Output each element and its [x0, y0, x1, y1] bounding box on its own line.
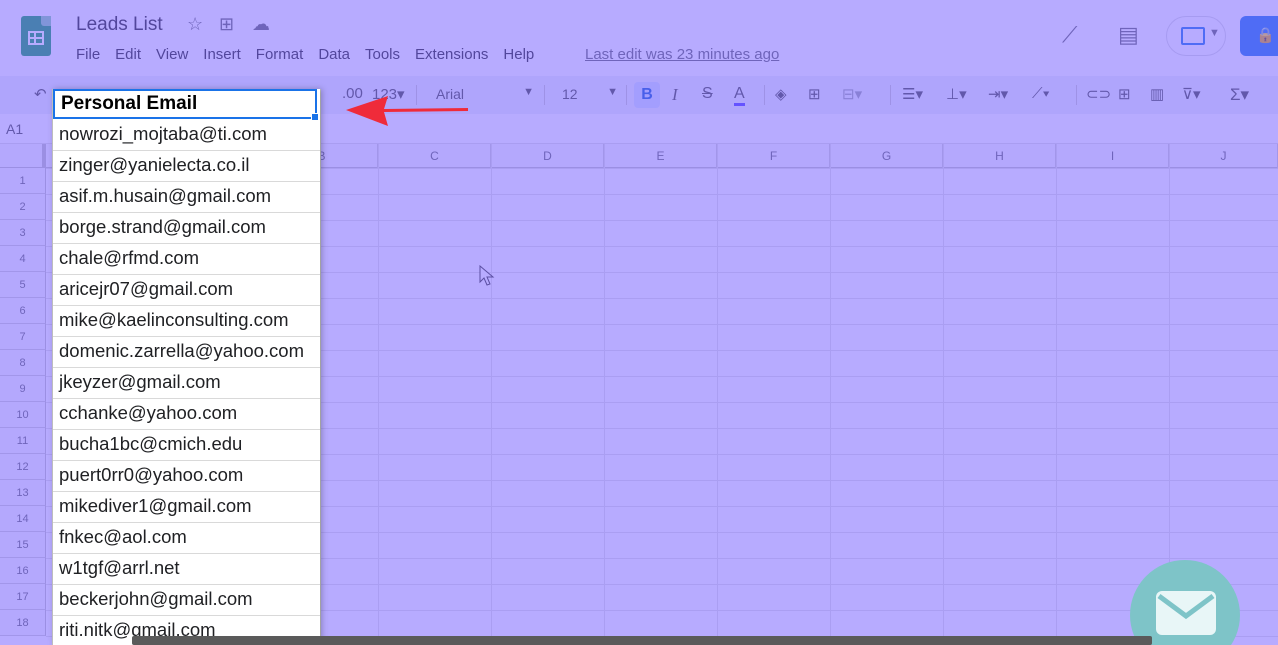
insert-link-icon[interactable]: ⊂⊃ — [1086, 85, 1111, 103]
column-header-g[interactable]: G — [831, 144, 943, 168]
functions-button[interactable]: Σ▾ — [1230, 85, 1249, 105]
document-title[interactable]: Leads List — [76, 14, 163, 36]
row-header[interactable]: 15 — [0, 532, 46, 558]
text-wrapping-icon[interactable]: ⇥▾ — [988, 85, 1008, 103]
email-cell[interactable]: zinger@yanielecta.co.il — [53, 151, 320, 182]
row-header[interactable]: 3 — [0, 220, 46, 246]
sheets-logo-icon[interactable] — [21, 16, 51, 56]
row-header[interactable]: 9 — [0, 376, 46, 402]
email-cell[interactable]: nowrozi_mojtaba@ti.com — [53, 120, 320, 151]
email-cell[interactable]: w1tgf@arrl.net — [53, 554, 320, 585]
italic-button[interactable]: I — [672, 85, 678, 105]
undo-icon[interactable]: ↶ — [34, 85, 47, 103]
menu-file[interactable]: File — [76, 46, 100, 63]
text-rotation-icon[interactable]: ⟋▾ — [1032, 85, 1050, 102]
menu-help[interactable]: Help — [503, 46, 534, 63]
insert-chart-icon[interactable]: ▥ — [1150, 85, 1164, 103]
email-cell[interactable]: domenic.zarrella@yahoo.com — [53, 337, 320, 368]
row-header[interactable]: 13 — [0, 480, 46, 506]
menu-format[interactable]: Format — [256, 46, 304, 63]
chevron-down-icon: ▼ — [1209, 27, 1220, 39]
email-cell[interactable]: bucha1bc@cmich.edu — [53, 430, 320, 461]
column-header-e[interactable]: E — [605, 144, 717, 168]
row-header[interactable]: 4 — [0, 246, 46, 272]
row-header[interactable]: 10 — [0, 402, 46, 428]
menu-tools[interactable]: Tools — [365, 46, 400, 63]
last-edit-link[interactable]: Last edit was 23 minutes ago — [585, 46, 779, 63]
horizontal-scrollbar[interactable] — [132, 636, 1152, 645]
row-header[interactable]: 8 — [0, 350, 46, 376]
font-size-select[interactable]: 12 ▼ — [552, 82, 622, 108]
email-cell[interactable]: asif.m.husain@gmail.com — [53, 182, 320, 213]
column-header-c[interactable]: C — [379, 144, 491, 168]
chevron-down-icon: ▼ — [523, 86, 534, 98]
present-icon — [1181, 27, 1205, 45]
email-cell[interactable]: puert0rr0@yahoo.com — [53, 461, 320, 492]
row-header[interactable]: 12 — [0, 454, 46, 480]
app-header: Leads List ☆ ⊞ ☁ File Edit View Insert F… — [0, 0, 1278, 76]
email-cell[interactable]: jkeyzer@gmail.com — [53, 368, 320, 399]
borders-icon[interactable]: ⊞ — [808, 85, 821, 103]
star-icon[interactable]: ☆ — [187, 14, 203, 35]
insert-comment-icon[interactable]: ⊞ — [1118, 85, 1131, 103]
email-cell[interactable]: aricejr07@gmail.com — [53, 275, 320, 306]
menu-bar: File Edit View Insert Format Data Tools … — [76, 46, 549, 63]
menu-extensions[interactable]: Extensions — [415, 46, 488, 63]
select-all-corner[interactable] — [0, 144, 46, 168]
menu-view[interactable]: View — [156, 46, 188, 63]
column-header-i[interactable]: I — [1057, 144, 1169, 168]
row-header[interactable]: 6 — [0, 298, 46, 324]
row-header[interactable]: 5 — [0, 272, 46, 298]
name-box[interactable]: A1 — [6, 121, 23, 137]
row-header[interactable]: 14 — [0, 506, 46, 532]
personal-email-column: Personal Email nowrozi_mojtaba@ti.com zi… — [52, 89, 320, 645]
activity-trend-icon[interactable]: ⟋ — [1062, 22, 1077, 48]
vertical-align-icon[interactable]: ⊥▾ — [946, 85, 967, 103]
strikethrough-button[interactable]: S — [702, 85, 713, 103]
text-color-button[interactable]: A — [734, 85, 745, 106]
email-cell[interactable]: beckerjohn@gmail.com — [53, 585, 320, 616]
email-cell[interactable]: borge.strand@gmail.com — [53, 213, 320, 244]
email-cell[interactable]: cchanke@yahoo.com — [53, 399, 320, 430]
envelope-icon — [1156, 591, 1216, 635]
row-header[interactable]: 7 — [0, 324, 46, 350]
email-cell[interactable]: mikediver1@gmail.com — [53, 492, 320, 523]
horizontal-align-icon[interactable]: ☰▾ — [902, 85, 923, 103]
column-header-f[interactable]: F — [718, 144, 830, 168]
row-header[interactable]: 18 — [0, 610, 46, 636]
column-header-cell[interactable]: Personal Email — [53, 89, 317, 119]
email-cell[interactable]: chale@rfmd.com — [53, 244, 320, 275]
filter-icon[interactable]: ⊽▾ — [1182, 85, 1201, 103]
move-folder-icon[interactable]: ⊞ — [219, 14, 234, 35]
row-header[interactable]: 2 — [0, 194, 46, 220]
menu-insert[interactable]: Insert — [203, 46, 241, 63]
email-cell[interactable]: mike@kaelinconsulting.com — [53, 306, 320, 337]
merge-cells-icon[interactable]: ⊟▾ — [842, 85, 862, 103]
column-header-j[interactable]: J — [1170, 144, 1278, 168]
column-header-h[interactable]: H — [944, 144, 1056, 168]
fill-color-icon[interactable]: ◈ — [775, 85, 787, 103]
chevron-down-icon: ▼ — [607, 86, 618, 98]
comments-icon[interactable]: ▤ — [1118, 22, 1139, 48]
row-header[interactable]: 16 — [0, 558, 46, 584]
row-header[interactable]: 11 — [0, 428, 46, 454]
cloud-status-icon[interactable]: ☁ — [252, 14, 270, 35]
column-header-d[interactable]: D — [492, 144, 604, 168]
row-header[interactable]: 1 — [0, 168, 46, 194]
bold-button[interactable]: B — [634, 82, 660, 108]
menu-edit[interactable]: Edit — [115, 46, 141, 63]
share-button[interactable]: 🔒 S — [1240, 16, 1278, 56]
mouse-cursor-icon — [479, 265, 495, 286]
row-header[interactable]: 17 — [0, 584, 46, 610]
red-arrow-icon — [346, 96, 468, 126]
email-cell[interactable]: fnkec@aol.com — [53, 523, 320, 554]
present-button[interactable]: ▼ — [1166, 16, 1226, 56]
menu-data[interactable]: Data — [318, 46, 350, 63]
lock-icon: 🔒 — [1256, 27, 1275, 44]
